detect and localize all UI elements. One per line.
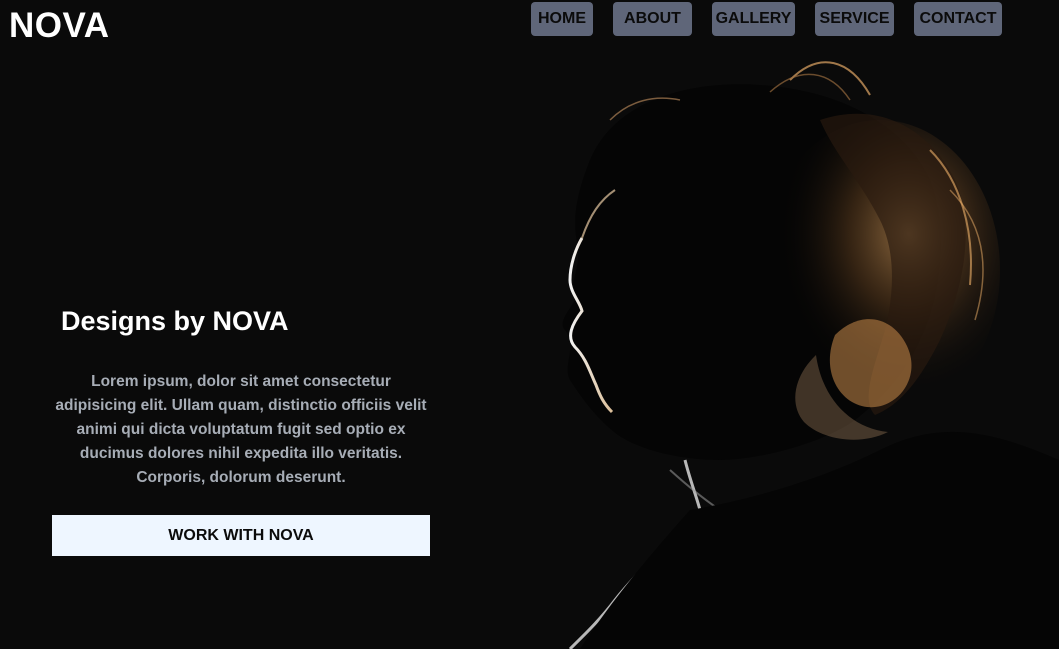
nav-contact-button[interactable]: CONTACT [914,2,1002,36]
work-with-nova-button[interactable]: WORK WITH NOVA [52,515,430,556]
hero-portrait-image [520,40,1059,649]
nav-home-button[interactable]: HOME [531,2,593,36]
main-nav: HOME ABOUT GALLERY SERVICE CONTACT [531,2,1022,36]
landing-page: NOVA HOME ABOUT GALLERY SERVICE CONTACT [0,0,1059,649]
nav-about-button[interactable]: ABOUT [613,2,692,36]
nav-gallery-button[interactable]: GALLERY [712,2,795,36]
site-logo[interactable]: NOVA [9,6,110,46]
nav-service-button[interactable]: SERVICE [815,2,894,36]
hero-title: Designs by NOVA [61,306,289,336]
hero-description: Lorem ipsum, dolor sit amet consectetur … [55,373,427,486]
